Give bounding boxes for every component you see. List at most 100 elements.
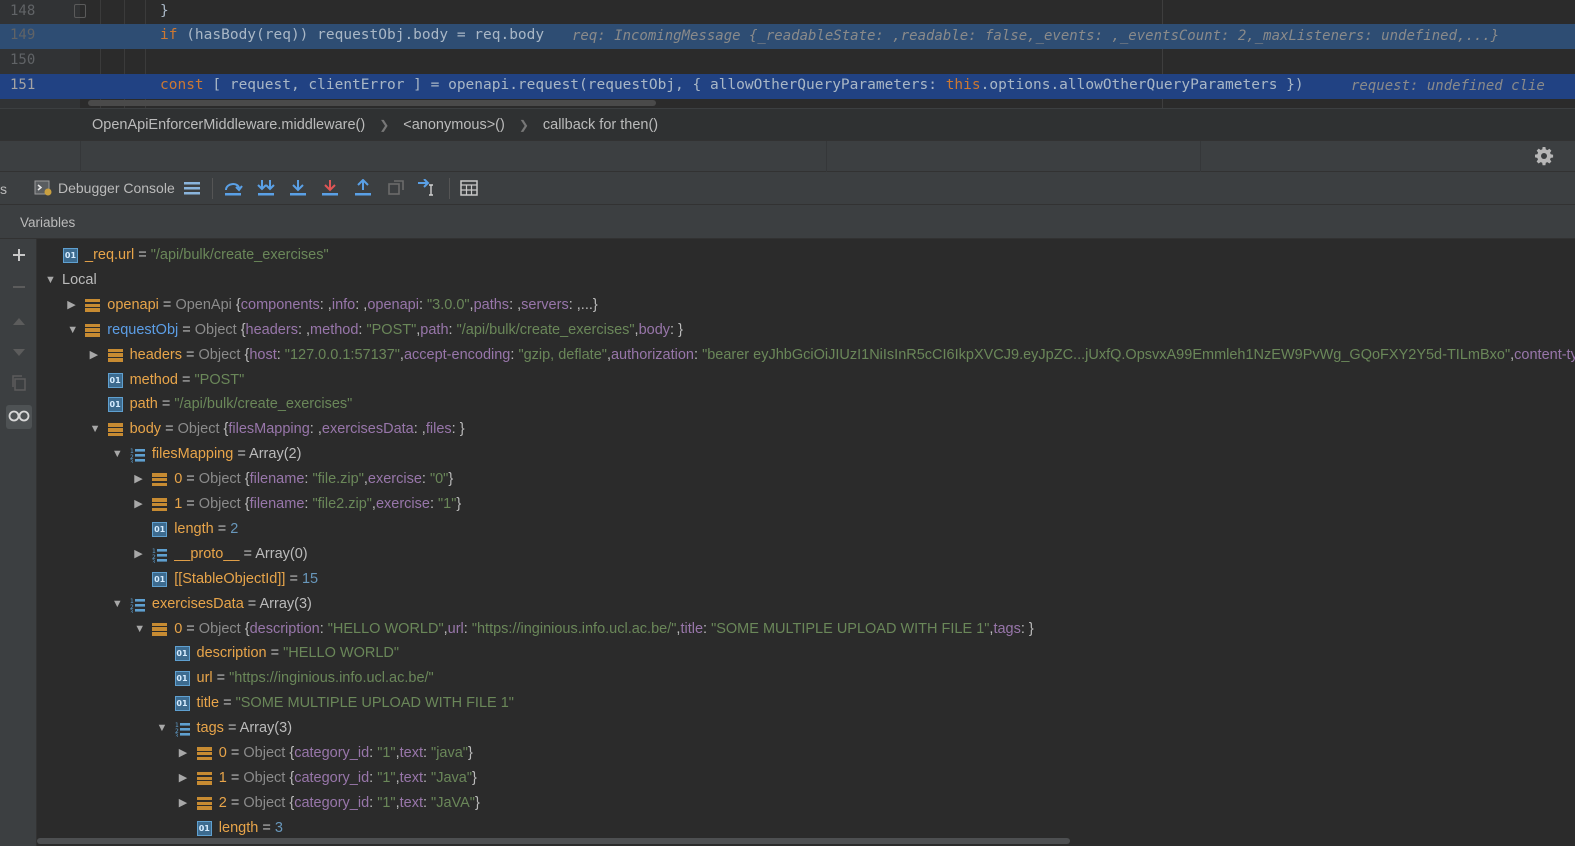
step-into-button[interactable] (287, 177, 309, 199)
variable-row[interactable]: ▼ body = Object {filesMapping: ,exercises… (37, 418, 1575, 443)
evaluate-expression-button[interactable] (458, 177, 480, 199)
inline-debug-value: req: IncomingMessage {_readableState: ,r… (572, 28, 1500, 44)
collapse-arrow-icon[interactable]: ▼ (45, 273, 59, 287)
collapse-arrow-icon[interactable]: ▼ (134, 622, 148, 636)
equals-sign: = (178, 321, 195, 338)
show-execution-point-button[interactable] (181, 177, 203, 199)
code-line-148[interactable]: 148 } (0, 0, 1575, 25)
expand-arrow-icon[interactable]: ▶ (134, 497, 148, 511)
variables-horizontal-scrollbar[interactable] (37, 838, 1070, 844)
run-to-cursor-button[interactable] (417, 177, 439, 199)
breadcrumb-item[interactable]: <anonymous>() (403, 117, 505, 133)
move-down-button[interactable] (6, 341, 32, 365)
add-watch-button[interactable] (6, 245, 32, 269)
expand-arrow-icon[interactable]: ▶ (179, 771, 193, 785)
collapse-arrow-icon[interactable]: ▼ (67, 323, 81, 337)
variable-row[interactable]: ▼ 1 2 3 filesMapping = Array(2) (37, 443, 1575, 468)
move-up-button[interactable] (6, 309, 32, 333)
force-step-into-icon (319, 177, 341, 199)
expand-arrow-icon[interactable]: ▶ (179, 746, 193, 760)
variable-row[interactable]: 01 path = "/api/bulk/create_exercises" (37, 393, 1575, 418)
variable-row[interactable]: 01 [[StableObjectId]] = 15 (37, 568, 1575, 593)
variable-row[interactable]: ▼ 1 2 3 tags = Array(3) (37, 717, 1575, 742)
variable-entry: 0 = Object {description: "HELLO WORLD",u… (174, 621, 1034, 637)
expand-arrow-icon[interactable]: ▶ (134, 547, 148, 561)
copy-button[interactable] (6, 373, 32, 397)
code-editor[interactable]: 148 } 149 if (hasBody(req)) requestObj.b… (0, 0, 1575, 108)
code-line-149[interactable]: 149 if (hasBody(req)) requestObj.body = … (0, 24, 1575, 49)
expand-arrow-icon[interactable]: ▶ (179, 796, 193, 810)
variable-value: Object {description: "HELLO WORLD",url: … (198, 620, 1034, 637)
step-into-my-code-button[interactable] (255, 177, 277, 199)
code-text: const [ request, clientError ] = openapi… (160, 77, 1304, 93)
inline-debug-value: request: undefined clie (1351, 78, 1545, 94)
watches-toggle-button[interactable] (6, 405, 32, 429)
variables-tree[interactable]: 01 _req.url = "/api/bulk/create_exercises… (37, 239, 1575, 846)
variable-row[interactable]: ▶ 0 = Object {category_id: "1",text: "jav… (37, 742, 1575, 767)
editor-horizontal-scrollbar[interactable] (88, 100, 656, 106)
collapse-arrow-icon[interactable]: ▼ (112, 597, 126, 611)
variable-row[interactable]: ▶ 2 = Object {category_id: "1",text: "JaV… (37, 792, 1575, 817)
expand-arrow-icon[interactable]: ▶ (67, 298, 81, 312)
variable-row[interactable]: ▼ 0 = Object {description: "HELLO WORLD",… (37, 618, 1575, 643)
equals-sign: = (177, 371, 195, 388)
toolbar-divider (449, 178, 450, 199)
primitive-value-icon: 01 (174, 696, 190, 712)
variable-value: Object {category_id: "1",text: "java"} (243, 745, 473, 761)
debugger-console-tab[interactable]: Debugger Console (32, 177, 175, 199)
variables-title: Variables (20, 215, 76, 230)
variable-row[interactable]: 01 title = "SOME MULTIPLE UPLOAD WITH FIL… (37, 692, 1575, 717)
svg-text:3: 3 (130, 609, 133, 613)
variable-name: path (129, 396, 158, 413)
variable-row[interactable]: ▶ openapi = OpenApi {components: ,info: ,… (37, 294, 1575, 319)
triangle-down-icon (12, 345, 26, 362)
variable-name: 0 (218, 745, 227, 761)
variable-row[interactable]: 01 length = 2 (37, 518, 1575, 543)
step-out-button[interactable] (352, 177, 374, 199)
array-icon: 123 (152, 547, 168, 565)
variable-row[interactable]: ▼ 1 2 3 exercisesData = Array(3) (37, 593, 1575, 618)
variable-value: Object {filename: "file2.zip",exercise: … (198, 496, 462, 512)
variable-row[interactable]: 01 description = "HELLO WORLD" (37, 642, 1575, 667)
variable-entry: title = "SOME MULTIPLE UPLOAD WITH FILE … (197, 695, 514, 711)
variable-row[interactable]: 01 method = "POST" (37, 369, 1575, 394)
minus-icon (12, 280, 26, 298)
variable-row[interactable]: ▶ 1 = Object {filename: "file2.zip",exerc… (37, 493, 1575, 518)
variable-row[interactable]: ▶ headers = Object {host: "127.0.0.1:5713… (37, 344, 1575, 369)
variable-row[interactable]: ▶ 1 2 3 __proto__ = Array(0) (37, 543, 1575, 568)
collapse-arrow-icon[interactable]: ▼ (112, 447, 126, 461)
breadcrumb-item[interactable]: OpenApiEnforcerMiddleware.middleware() (92, 117, 365, 133)
expand-arrow-icon[interactable]: ▶ (134, 472, 148, 486)
variable-entry: headers = Object {host: "127.0.0.1:57137… (130, 347, 1575, 363)
variable-name: requestObj (107, 321, 179, 338)
variable-value: Object {filename: "file.zip",exercise: "… (198, 471, 454, 488)
collapse-arrow-icon[interactable]: ▼ (90, 422, 104, 436)
cut-off-tab-label[interactable]: s (0, 181, 7, 197)
variable-row[interactable]: 01 url = "https://inginious.info.ucl.ac.b… (37, 667, 1575, 692)
remove-watch-button[interactable] (6, 277, 32, 301)
code-line-150[interactable]: 150 (0, 49, 1575, 74)
variable-row[interactable]: ▼ requestObj = Object {headers: ,method: … (37, 319, 1575, 344)
variable-entry: openapi = OpenApi {components: ,info: ,o… (107, 297, 597, 313)
variable-row[interactable]: 01 _req.url = "/api/bulk/create_exercises… (37, 244, 1575, 269)
variable-value: "SOME MULTIPLE UPLOAD WITH FILE 1" (235, 695, 514, 712)
equals-sign: = (182, 496, 199, 512)
variable-row[interactable]: ▶ 1 = Object {category_id: "1",text: "Jav… (37, 767, 1575, 792)
gear-icon[interactable] (1533, 146, 1555, 168)
variable-row[interactable]: ▼ Local (37, 269, 1575, 294)
drop-frame-button[interactable] (385, 177, 407, 199)
code-line-151-current[interactable]: 151 const [ request, clientError ] = ope… (0, 74, 1575, 99)
collapse-arrow-icon[interactable]: ▼ (157, 721, 171, 735)
code-text: } (160, 3, 169, 19)
breadcrumb-item[interactable]: callback for then() (543, 117, 658, 133)
force-step-into-button[interactable] (319, 177, 341, 199)
expand-arrow-icon[interactable]: ▶ (90, 348, 104, 362)
object-icon (152, 497, 168, 512)
variable-name: tags (196, 720, 224, 737)
fold-icon[interactable] (74, 4, 86, 18)
variable-row[interactable]: ▶ 0 = Object {filename: "file.zip",exerci… (37, 468, 1575, 493)
svg-text:3: 3 (152, 559, 155, 563)
step-over-button[interactable] (222, 177, 244, 199)
variable-entry: method = "POST" (130, 372, 245, 388)
equals-sign: = (223, 720, 240, 737)
